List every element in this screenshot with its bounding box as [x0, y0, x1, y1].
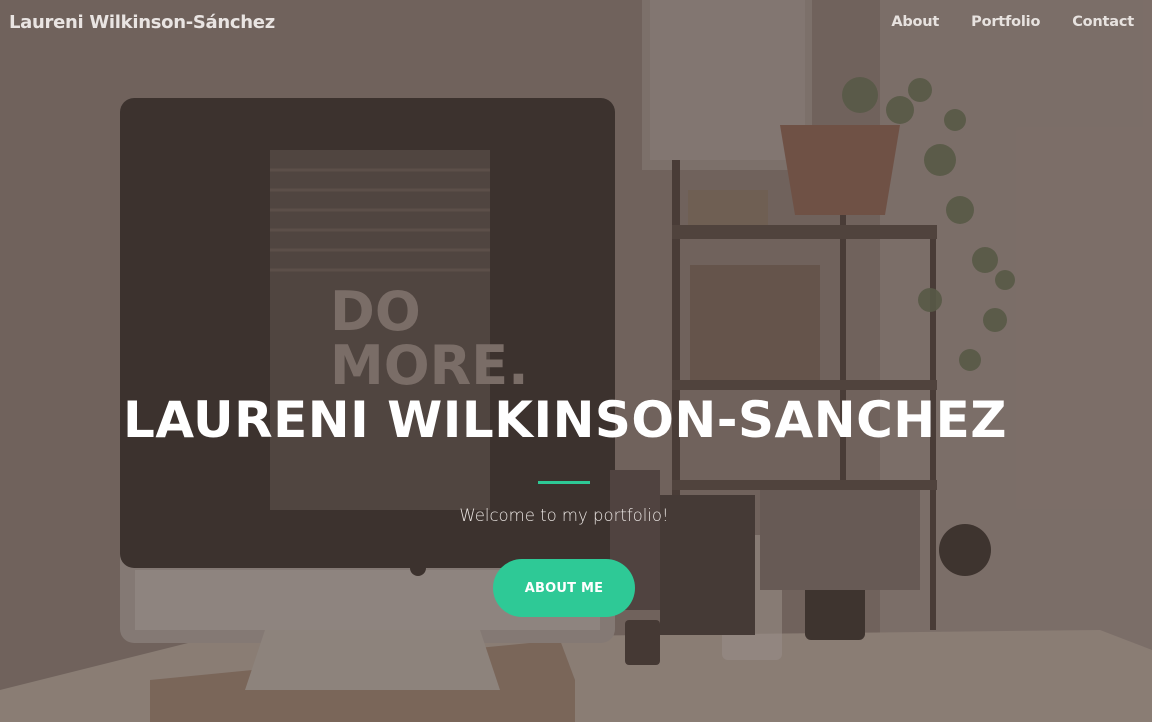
hero-title: LAURENI WILKINSON-SANCHEZ	[122, 391, 1008, 449]
nav-link-about[interactable]: About	[859, 14, 939, 30]
nav-link-contact[interactable]: Contact	[1040, 14, 1134, 30]
top-navbar: Laureni Wilkinson-Sánchez About Portfoli…	[0, 0, 1152, 48]
hero-subtitle: Welcome to my portfolio!	[459, 506, 669, 525]
about-me-button[interactable]: ABOUT ME	[493, 559, 635, 617]
brand-logo-link[interactable]: Laureni Wilkinson-Sánchez	[9, 12, 275, 33]
nav-link-portfolio[interactable]: Portfolio	[939, 14, 1040, 30]
nav-links: About Portfolio Contact	[859, 14, 1134, 30]
hero-section: LAURENI WILKINSON-SANCHEZ Welcome to my …	[0, 0, 1152, 722]
hero-divider	[538, 481, 590, 484]
